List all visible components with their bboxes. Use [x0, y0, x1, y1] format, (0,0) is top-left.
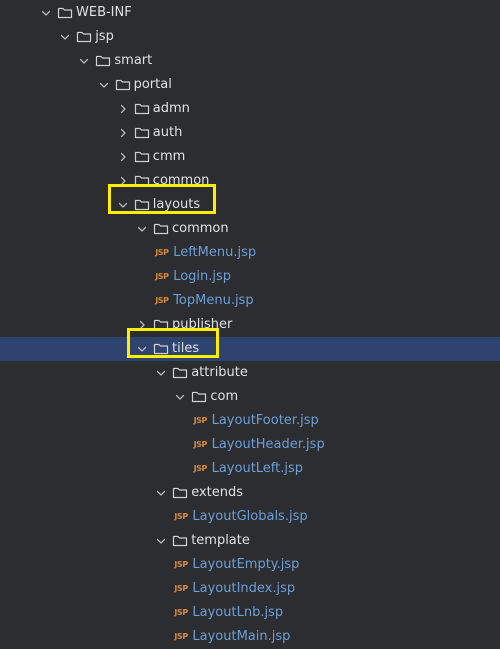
file-name: LayoutGlobals.jsp	[192, 509, 308, 524]
folder-name: WEB-INF	[76, 5, 132, 20]
jsp-file-icon: JSP	[155, 272, 169, 281]
chevron-right-icon[interactable]	[115, 169, 131, 193]
chevron-down-icon[interactable]	[134, 337, 150, 361]
folder-name: extends	[191, 485, 244, 500]
tree-file-row[interactable]: JSP LayoutFooter.jsp	[0, 409, 500, 433]
folder-icon	[94, 49, 112, 73]
tree-folder-row[interactable]: WEB-INF	[0, 1, 500, 25]
file-name: Login.jsp	[173, 269, 232, 284]
folder-icon	[133, 169, 151, 193]
chevron-right-icon[interactable]	[115, 97, 131, 121]
tree-folder-row[interactable]: com	[0, 385, 500, 409]
tree-file-row[interactable]: JSP LayoutMain.jsp	[0, 625, 500, 649]
folder-name: common	[172, 221, 229, 236]
folder-name: admn	[152, 101, 190, 116]
tree-folder-row[interactable]: tiles	[0, 337, 500, 361]
chevron-right-icon[interactable]	[115, 145, 131, 169]
file-name: LayoutIndex.jsp	[192, 581, 296, 596]
tree-file-row[interactable]: JSP LayoutIndex.jsp	[0, 577, 500, 601]
chevron-down-icon[interactable]	[153, 481, 169, 505]
chevron-down-icon[interactable]	[76, 49, 92, 73]
tree-folder-row[interactable]: attribute	[0, 361, 500, 385]
chevron-right-icon[interactable]	[134, 313, 150, 337]
chevron-down-icon[interactable]	[134, 217, 150, 241]
folder-icon	[133, 121, 151, 145]
jsp-file-icon: JSP	[193, 464, 208, 473]
tree-folder-row[interactable]: auth	[0, 121, 500, 145]
tree-folder-row[interactable]: common	[0, 217, 500, 241]
folder-icon	[152, 313, 170, 337]
jsp-file-icon: JSP	[174, 632, 188, 641]
folder-name: publisher	[172, 317, 233, 332]
tree-folder-row[interactable]: admn	[0, 97, 500, 121]
folder-name: common	[152, 173, 210, 188]
file-name: LayoutFooter.jsp	[211, 413, 319, 428]
folder-name: portal	[133, 77, 172, 92]
chevron-down-icon[interactable]	[115, 193, 131, 217]
file-name: TopMenu.jsp	[173, 293, 254, 308]
folder-icon	[152, 217, 170, 241]
jsp-file-icon: JSP	[174, 512, 188, 521]
jsp-file-icon: JSP	[193, 440, 208, 449]
tree-folder-row[interactable]: common	[0, 169, 500, 193]
tree-folder-row[interactable]: jsp	[0, 25, 500, 49]
project-file-tree: WEB-INF jsp smart portal admn auth cmm common la…	[0, 0, 500, 649]
tree-folder-row[interactable]: cmm	[0, 145, 500, 169]
chevron-down-icon[interactable]	[57, 25, 73, 49]
folder-name: template	[191, 533, 250, 548]
tree-folder-row[interactable]: template	[0, 529, 500, 553]
jsp-file-icon: JSP	[174, 560, 188, 569]
chevron-down-icon[interactable]	[172, 385, 188, 409]
tree-file-row[interactable]: JSP LayoutLnb.jsp	[0, 601, 500, 625]
file-name: LayoutHeader.jsp	[211, 437, 325, 452]
folder-icon	[133, 193, 151, 217]
tree-file-row[interactable]: JSP LayoutLeft.jsp	[0, 457, 500, 481]
tree-folder-row[interactable]: smart	[0, 49, 500, 73]
chevron-down-icon[interactable]	[96, 73, 112, 97]
folder-name: auth	[152, 125, 183, 140]
jsp-file-icon: JSP	[155, 296, 169, 305]
tree-folder-row[interactable]: publisher	[0, 313, 500, 337]
tree-folder-row[interactable]: portal	[0, 73, 500, 97]
jsp-file-icon: JSP	[155, 248, 169, 257]
folder-name: smart	[114, 53, 153, 68]
tree-file-row[interactable]: JSP LeftMenu.jsp	[0, 241, 500, 265]
tree-folder-row[interactable]: layouts	[0, 193, 500, 217]
chevron-down-icon[interactable]	[153, 529, 169, 553]
file-name: LayoutLnb.jsp	[192, 605, 284, 620]
jsp-file-icon: JSP	[193, 416, 208, 425]
folder-icon	[171, 361, 189, 385]
folder-name: layouts	[152, 197, 201, 212]
folder-icon	[152, 337, 170, 361]
folder-icon	[190, 385, 208, 409]
chevron-down-icon[interactable]	[38, 1, 54, 25]
chevron-down-icon[interactable]	[153, 361, 169, 385]
folder-icon	[75, 25, 93, 49]
folder-icon	[171, 481, 189, 505]
folder-icon	[114, 73, 132, 97]
chevron-right-icon[interactable]	[115, 121, 131, 145]
file-name: LeftMenu.jsp	[173, 245, 257, 260]
folder-icon	[171, 529, 189, 553]
jsp-file-icon: JSP	[174, 584, 188, 593]
tree-file-row[interactable]: JSP TopMenu.jsp	[0, 289, 500, 313]
jsp-file-icon: JSP	[174, 608, 188, 617]
folder-icon	[56, 1, 74, 25]
folder-name: tiles	[172, 341, 200, 356]
folder-name: jsp	[95, 29, 114, 44]
file-name: LayoutMain.jsp	[192, 629, 291, 644]
file-name: LayoutLeft.jsp	[211, 461, 304, 476]
tree-folder-row[interactable]: extends	[0, 481, 500, 505]
tree-file-row[interactable]: JSP Login.jsp	[0, 265, 500, 289]
folder-name: attribute	[191, 365, 248, 380]
tree-file-row[interactable]: JSP LayoutGlobals.jsp	[0, 505, 500, 529]
tree-file-row[interactable]: JSP LayoutHeader.jsp	[0, 433, 500, 457]
folder-name: cmm	[152, 149, 186, 164]
tree-file-row[interactable]: JSP LayoutEmpty.jsp	[0, 553, 500, 577]
folder-icon	[133, 145, 151, 169]
folder-icon	[133, 97, 151, 121]
file-name: LayoutEmpty.jsp	[192, 557, 300, 572]
folder-name: com	[210, 389, 239, 404]
